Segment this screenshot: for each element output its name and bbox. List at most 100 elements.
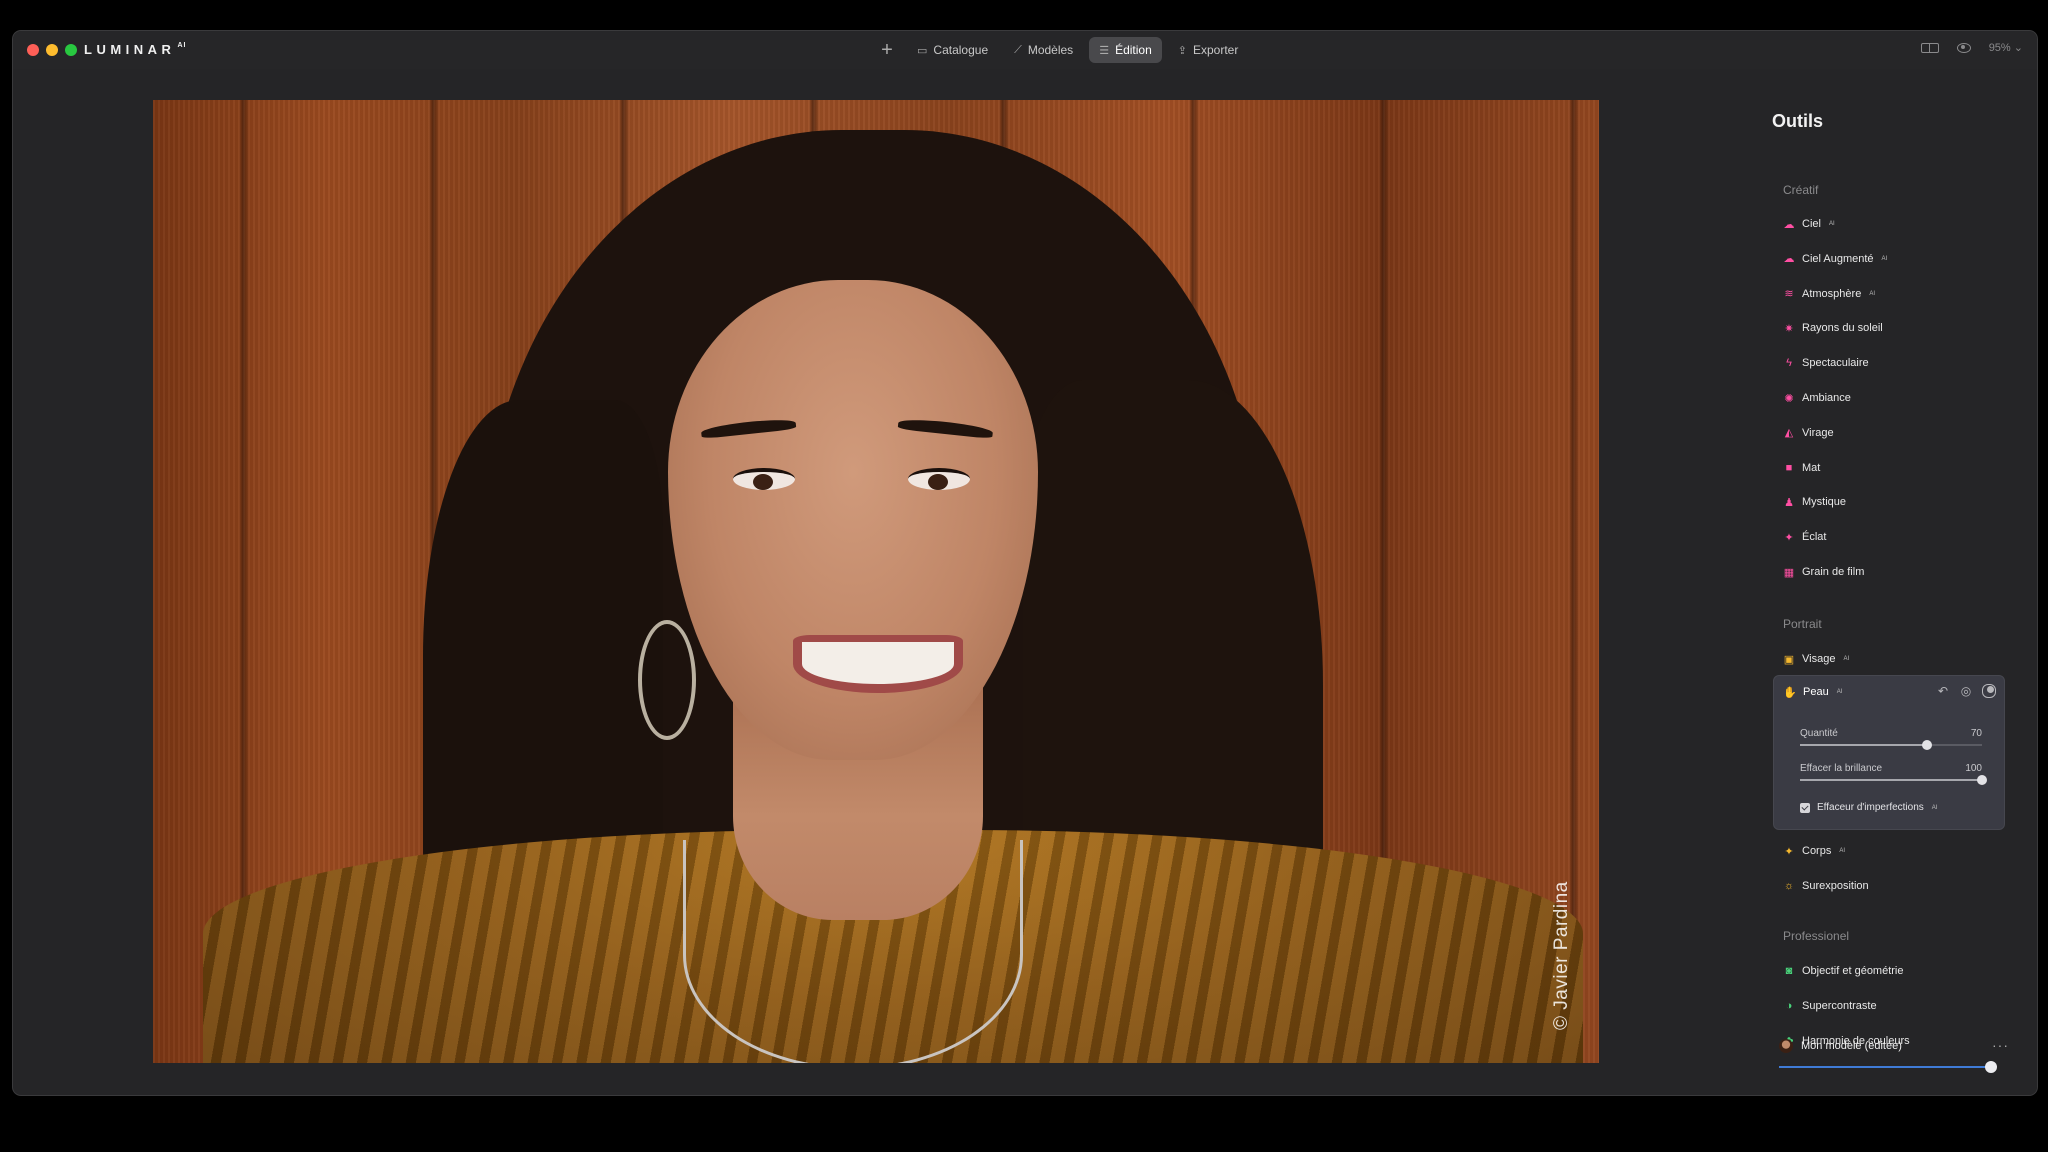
tool-visage-label: Visage [1802,653,1836,665]
undo-icon[interactable]: ↶ [1936,684,1950,698]
tool-visage[interactable]: ▣ Visage AI [1783,650,1849,668]
tool-creatif-item[interactable]: ≋ Atmosphère AI [1783,285,1875,303]
brush-tone-icon: ◭ [1784,427,1794,440]
tool-creatif-label: Mat [1802,461,1821,474]
right-eye-shape [908,468,970,490]
model-label: Mon modèle (éditée) [1801,1040,1902,1052]
title-bar: LUMINAR AI + ▭ Catalogue ⟋ Modèles ☰ Édit… [13,31,2037,69]
toggle-visibility-icon[interactable] [1982,684,1996,698]
imperfections-checkbox-row[interactable]: Effaceur d'imperfections AI [1800,802,1937,813]
glow-icon: ✦ [1784,531,1794,544]
slider-brillance-value: 100 [1965,763,1982,774]
tool-objectif[interactable]: ◙ Objectif et géométrie [1783,962,1904,980]
tool-creatif-item[interactable]: ✷ Rayons du soleil [1783,319,1883,337]
ai-badge: AI [1881,255,1888,262]
preview-eye-icon[interactable] [1956,42,1971,53]
tool-corps-label: Corps [1802,845,1832,857]
folder-icon: ▭ [917,44,928,57]
tab-modeles[interactable]: ⟋ Modèles [1004,37,1083,63]
photo-watermark: © Javier Pardina [1551,881,1572,1030]
slider-brillance-thumb[interactable] [1977,775,1987,785]
cloud-icon: ☁ [1783,218,1795,231]
slider-brillance-label: Effacer la brillance [1800,763,1883,774]
tool-corps[interactable]: ✦ Corps AI [1783,842,1845,860]
share-icon: ⇪ [1177,44,1187,57]
section-professionnel: Professionel [1783,929,1850,943]
compare-icon[interactable] [1920,42,1939,53]
tool-creatif-item[interactable]: ■ Mat [1783,459,1821,477]
tool-supercontraste[interactable]: ◑ Supercontraste [1783,997,1877,1015]
tool-supercontraste-label: Supercontraste [1802,1000,1877,1012]
slider-quantite-value: 70 [1970,728,1982,739]
zoom-window-button[interactable] [65,44,77,56]
tab-catalogue-label: Catalogue [933,43,989,57]
brand-name: LUMINAR [84,42,176,57]
panel-title: Outils [1772,111,1824,131]
tool-creatif-label: Rayons du soleil [1802,322,1883,335]
body-icon: ✦ [1784,845,1794,858]
ai-badge: AI [1839,848,1846,854]
slider-quantite-thumb[interactable] [1922,740,1933,750]
tool-creatif-item[interactable]: ✺ Ambiance [1783,389,1851,407]
tools-panel: Outils Créatif Portrait ▣ Visage AI ✋ Pea… [1755,71,2037,1095]
tool-creatif-label: Ciel Augmenté [1802,252,1874,265]
tool-objectif-label: Objectif et géométrie [1802,965,1904,977]
slider-brillance[interactable]: Effacer la brillance 100 [1800,763,1987,785]
tool-peau-header[interactable]: ✋ Peau AI [1783,686,1842,699]
sun-rays-icon: ✷ [1784,322,1794,335]
add-photos-button[interactable]: + [873,36,901,64]
tool-creatif-item[interactable]: ◭ Virage [1783,424,1834,442]
tab-exporter[interactable]: ⇪ Exporter [1168,37,1249,63]
camera-icon: ◙ [1785,965,1793,977]
tool-creatif-item[interactable]: ✦ Éclat [1783,528,1826,546]
close-window-button[interactable] [27,44,39,56]
imperfections-checkbox[interactable] [1800,802,1810,813]
imperfections-checkbox-label: Effaceur d'imperfections [1817,802,1924,813]
tool-creatif-label: Ciel [1802,218,1821,230]
section-portrait: Portrait [1783,617,1822,631]
slider-quantite-label: Quantité [1800,728,1838,739]
more-options-icon[interactable]: ··· [1992,1037,2009,1053]
ai-badge: AI [1843,656,1850,662]
tool-peau-actions: ↶ ◎ [1936,684,1996,698]
earring-shape [638,620,696,740]
contrast-icon: ◑ [1785,1000,1793,1012]
slider-brillance-track[interactable] [1800,775,1987,785]
skin-hand-icon: ✋ [1783,686,1797,699]
left-eye-shape [733,468,795,490]
slider-quantite[interactable]: Quantité 70 [1800,728,1982,750]
tool-creatif-item[interactable]: ▦ Grain de film [1783,563,1865,581]
tab-edition[interactable]: ☰ Édition [1089,37,1162,63]
zoom-level: 95% [1988,42,2011,54]
tool-surexposition[interactable]: ☼ Surexposition [1783,877,1869,895]
model-amount-thumb[interactable] [1985,1061,1997,1073]
tab-modeles-label: Modèles [1027,43,1074,57]
mask-icon[interactable]: ◎ [1959,684,1973,698]
tool-creatif-label: Grain de film [1802,566,1865,578]
slider-quantite-track[interactable] [1800,740,1982,750]
sun-icon: ☼ [1783,880,1795,892]
cloud-plus-icon: ☁ [1783,253,1795,266]
minimize-window-button[interactable] [46,44,58,56]
tool-creatif-item[interactable]: ☁ Ciel AI [1783,215,1835,233]
model-selector[interactable]: Mon modèle (éditée) ··· [1779,1037,2009,1053]
tool-creatif-item[interactable]: ϟ Spectaculaire [1783,354,1869,372]
window-controls [27,44,77,56]
tool-creatif-item[interactable]: ♟ Mystique [1783,493,1846,511]
slider-quantite-fill [1800,744,1928,746]
section-creatif: Créatif [1783,183,1819,197]
tab-catalogue[interactable]: ▭ Catalogue [907,37,998,63]
sliders-icon: ☰ [1099,44,1110,57]
app-logo: LUMINAR AI [84,42,186,57]
ai-badge: AI [1869,290,1875,297]
slider-brillance-fill [1800,779,1982,781]
zoom-dropdown[interactable]: 95% ⌄ [1989,41,2023,54]
main-navigation: + ▭ Catalogue ⟋ Modèles ☰ Édition ⇪ Expo… [873,36,1248,64]
model-amount-slider[interactable] [1779,1061,1997,1073]
mood-icon: ✺ [1784,392,1794,405]
atmosphere-icon: ≋ [1784,288,1794,301]
lightning-icon: ϟ [1786,357,1792,370]
tool-creatif-item[interactable]: ☁ Ciel Augmenté AI [1783,250,1888,268]
tool-surexposition-label: Surexposition [1802,880,1869,892]
photo-canvas[interactable]: © Javier Pardina [153,100,1599,1063]
